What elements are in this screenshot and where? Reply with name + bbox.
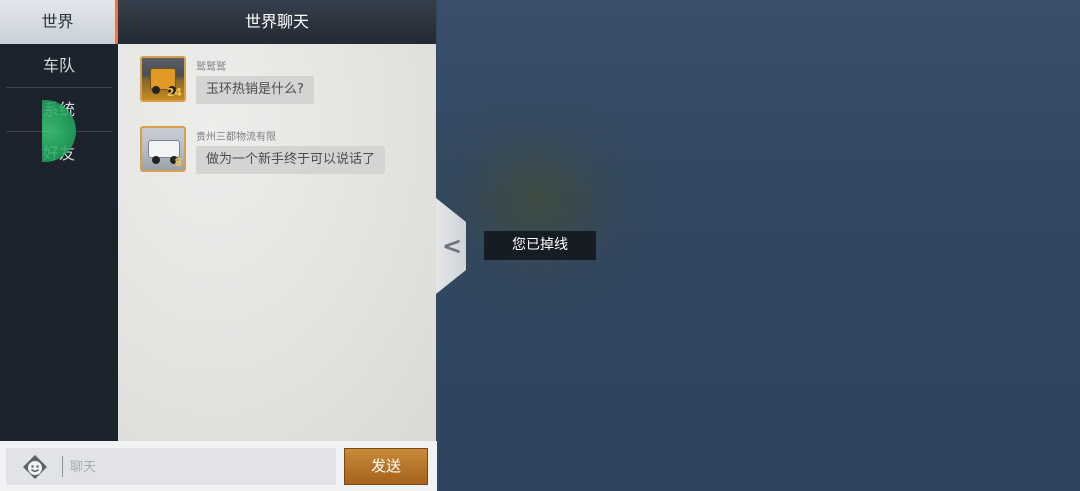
send-button-label: 发送	[370, 457, 401, 475]
wheel-icon	[152, 86, 160, 94]
player-level: 8	[174, 156, 182, 169]
van-avatar[interactable]: 8	[140, 126, 186, 172]
smiley-icon	[23, 455, 47, 479]
tab-team[interactable]: 车队	[0, 44, 118, 88]
chat-message-list[interactable]: 24 鹫鹫鹫 玉环热销是什么? 8 贵州三都物流有限 做为一个新手终于可以说话了	[118, 44, 436, 441]
wheel-icon	[152, 156, 160, 164]
chevron-left-icon: <	[442, 232, 463, 260]
truck-avatar[interactable]: 24	[140, 56, 186, 102]
player-level: 24	[166, 86, 182, 99]
message-bubble: 做为一个新手终于可以说话了	[196, 146, 386, 174]
tab-team-label: 车队	[42, 56, 75, 75]
divider	[62, 456, 63, 477]
message-username[interactable]: 鹫鹫鹫	[196, 58, 226, 73]
chat-input-bar: 发送	[0, 441, 437, 491]
chat-channel-tabs: 世界 车队 系统 好友	[0, 0, 118, 441]
chat-title-bar: 世界聊天	[118, 0, 436, 44]
chat-input-container	[6, 448, 336, 485]
message-username[interactable]: 贵州三都物流有限	[196, 128, 276, 143]
chat-title: 世界聊天	[244, 12, 309, 31]
send-button[interactable]: 发送	[344, 448, 428, 485]
disconnected-toast: 您已掉线	[484, 231, 596, 260]
message-bubble: 玉环热销是什么?	[196, 76, 314, 104]
chat-input[interactable]	[70, 452, 330, 482]
tab-world-label: 世界	[41, 12, 74, 31]
emoji-button[interactable]	[20, 452, 50, 482]
toast-text: 您已掉线	[512, 237, 568, 253]
tab-world[interactable]: 世界	[0, 0, 118, 44]
